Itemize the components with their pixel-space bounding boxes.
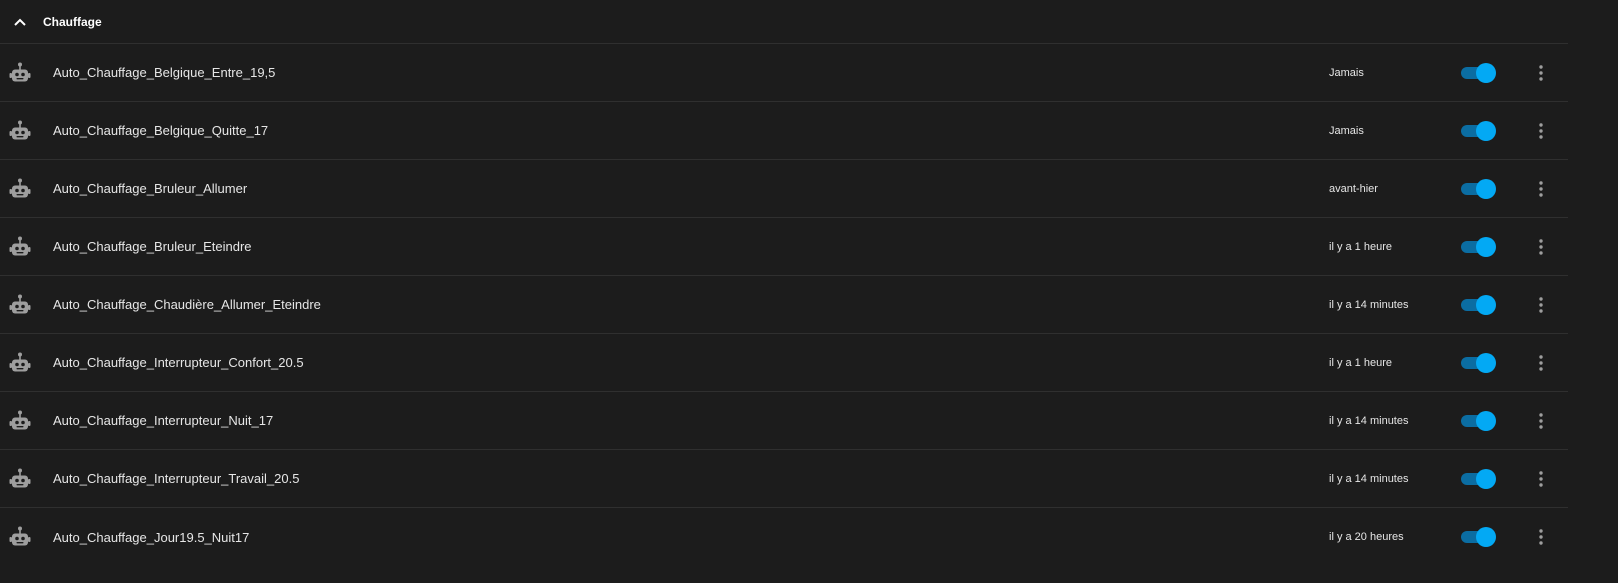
last-triggered: il y a 1 heure — [1329, 356, 1392, 369]
toggle-thumb — [1476, 410, 1496, 431]
more-vertical-icon — [1539, 64, 1543, 81]
more-options-button[interactable] — [1530, 178, 1552, 200]
toggle-thumb — [1476, 468, 1496, 489]
last-triggered: avant-hier — [1329, 182, 1378, 195]
more-options-button[interactable] — [1530, 526, 1552, 548]
automation-row[interactable]: Auto_Chauffage_Jour19.5_Nuit17 il y a 20… — [0, 508, 1568, 566]
toggle-thumb — [1476, 352, 1496, 373]
more-vertical-icon — [1539, 296, 1543, 313]
chevron-up-icon — [14, 18, 26, 26]
automation-rows: Auto_Chauffage_Belgique_Entre_19,5 Jamai… — [0, 44, 1568, 566]
automation-name: Auto_Chauffage_Interrupteur_Travail_20.5 — [53, 471, 300, 486]
enable-toggle[interactable] — [1460, 294, 1496, 315]
last-triggered: Jamais — [1329, 66, 1364, 79]
more-vertical-icon — [1539, 529, 1543, 545]
more-options-button[interactable] — [1530, 294, 1552, 316]
more-options-button[interactable] — [1530, 410, 1552, 432]
enable-toggle[interactable] — [1460, 120, 1496, 141]
more-vertical-icon — [1539, 238, 1543, 255]
more-options-button[interactable] — [1530, 62, 1552, 84]
robot-icon — [9, 468, 31, 487]
more-vertical-icon — [1539, 412, 1543, 429]
enable-toggle[interactable] — [1460, 410, 1496, 431]
robot-icon — [9, 352, 31, 371]
automation-name: Auto_Chauffage_Jour19.5_Nuit17 — [53, 529, 250, 545]
robot-icon — [9, 410, 31, 429]
enable-toggle[interactable] — [1460, 62, 1496, 83]
last-triggered: Jamais — [1329, 124, 1364, 137]
more-options-button[interactable] — [1530, 352, 1552, 374]
toggle-thumb — [1476, 62, 1496, 83]
robot-icon — [9, 178, 31, 197]
robot-icon — [9, 294, 31, 313]
automation-name: Auto_Chauffage_Bruleur_Allumer — [53, 181, 248, 196]
more-options-button[interactable] — [1530, 120, 1552, 142]
toggle-thumb — [1476, 120, 1496, 141]
automation-name: Auto_Chauffage_Belgique_Quitte_17 — [53, 123, 269, 138]
automation-row[interactable]: Auto_Chauffage_Bruleur_Eteindre il y a 1… — [0, 218, 1568, 276]
more-vertical-icon — [1539, 122, 1543, 139]
toggle-thumb — [1476, 527, 1496, 547]
automation-row[interactable]: Auto_Chauffage_Interrupteur_Confort_20.5… — [0, 334, 1568, 392]
automation-name: Auto_Chauffage_Chaudière_Allumer_Eteindr… — [53, 297, 321, 312]
more-vertical-icon — [1539, 354, 1543, 371]
automation-row[interactable]: Auto_Chauffage_Belgique_Entre_19,5 Jamai… — [0, 44, 1568, 102]
toggle-thumb — [1476, 178, 1496, 199]
enable-toggle[interactable] — [1460, 527, 1496, 547]
more-vertical-icon — [1539, 470, 1543, 487]
automation-row[interactable]: Auto_Chauffage_Bruleur_Allumer avant-hie… — [0, 160, 1568, 218]
robot-icon — [9, 526, 31, 546]
more-options-button[interactable] — [1530, 236, 1552, 258]
automation-row[interactable]: Auto_Chauffage_Interrupteur_Nuit_17 il y… — [0, 392, 1568, 450]
automation-name: Auto_Chauffage_Interrupteur_Confort_20.5 — [53, 355, 304, 370]
enable-toggle[interactable] — [1460, 236, 1496, 257]
last-triggered: il y a 20 heures — [1329, 531, 1404, 543]
automation-row[interactable]: Auto_Chauffage_Interrupteur_Travail_20.5… — [0, 450, 1568, 508]
robot-icon — [9, 120, 31, 139]
last-triggered: il y a 14 minutes — [1329, 472, 1409, 485]
more-options-button[interactable] — [1530, 468, 1552, 490]
toggle-thumb — [1476, 294, 1496, 315]
last-triggered: il y a 1 heure — [1329, 240, 1392, 253]
more-vertical-icon — [1539, 180, 1543, 197]
group-header-chauffage[interactable]: Chauffage — [0, 0, 1568, 44]
automation-name: Auto_Chauffage_Interrupteur_Nuit_17 — [53, 413, 274, 428]
enable-toggle[interactable] — [1460, 178, 1496, 199]
automation-row[interactable]: Auto_Chauffage_Chaudière_Allumer_Eteindr… — [0, 276, 1568, 334]
last-triggered: il y a 14 minutes — [1329, 414, 1409, 427]
enable-toggle[interactable] — [1460, 352, 1496, 373]
robot-icon — [9, 236, 31, 255]
last-triggered: il y a 14 minutes — [1329, 298, 1409, 311]
group-title: Chauffage — [43, 14, 102, 29]
automation-name: Auto_Chauffage_Belgique_Entre_19,5 — [53, 65, 276, 80]
collapse-button[interactable] — [0, 0, 40, 44]
toggle-thumb — [1476, 236, 1496, 257]
automation-row[interactable]: Auto_Chauffage_Belgique_Quitte_17 Jamais — [0, 102, 1568, 160]
automation-list: Chauffage Auto_Chauffage_Belgique_Entre_… — [0, 0, 1568, 583]
enable-toggle[interactable] — [1460, 468, 1496, 489]
automation-name: Auto_Chauffage_Bruleur_Eteindre — [53, 239, 252, 254]
robot-icon — [9, 62, 31, 81]
